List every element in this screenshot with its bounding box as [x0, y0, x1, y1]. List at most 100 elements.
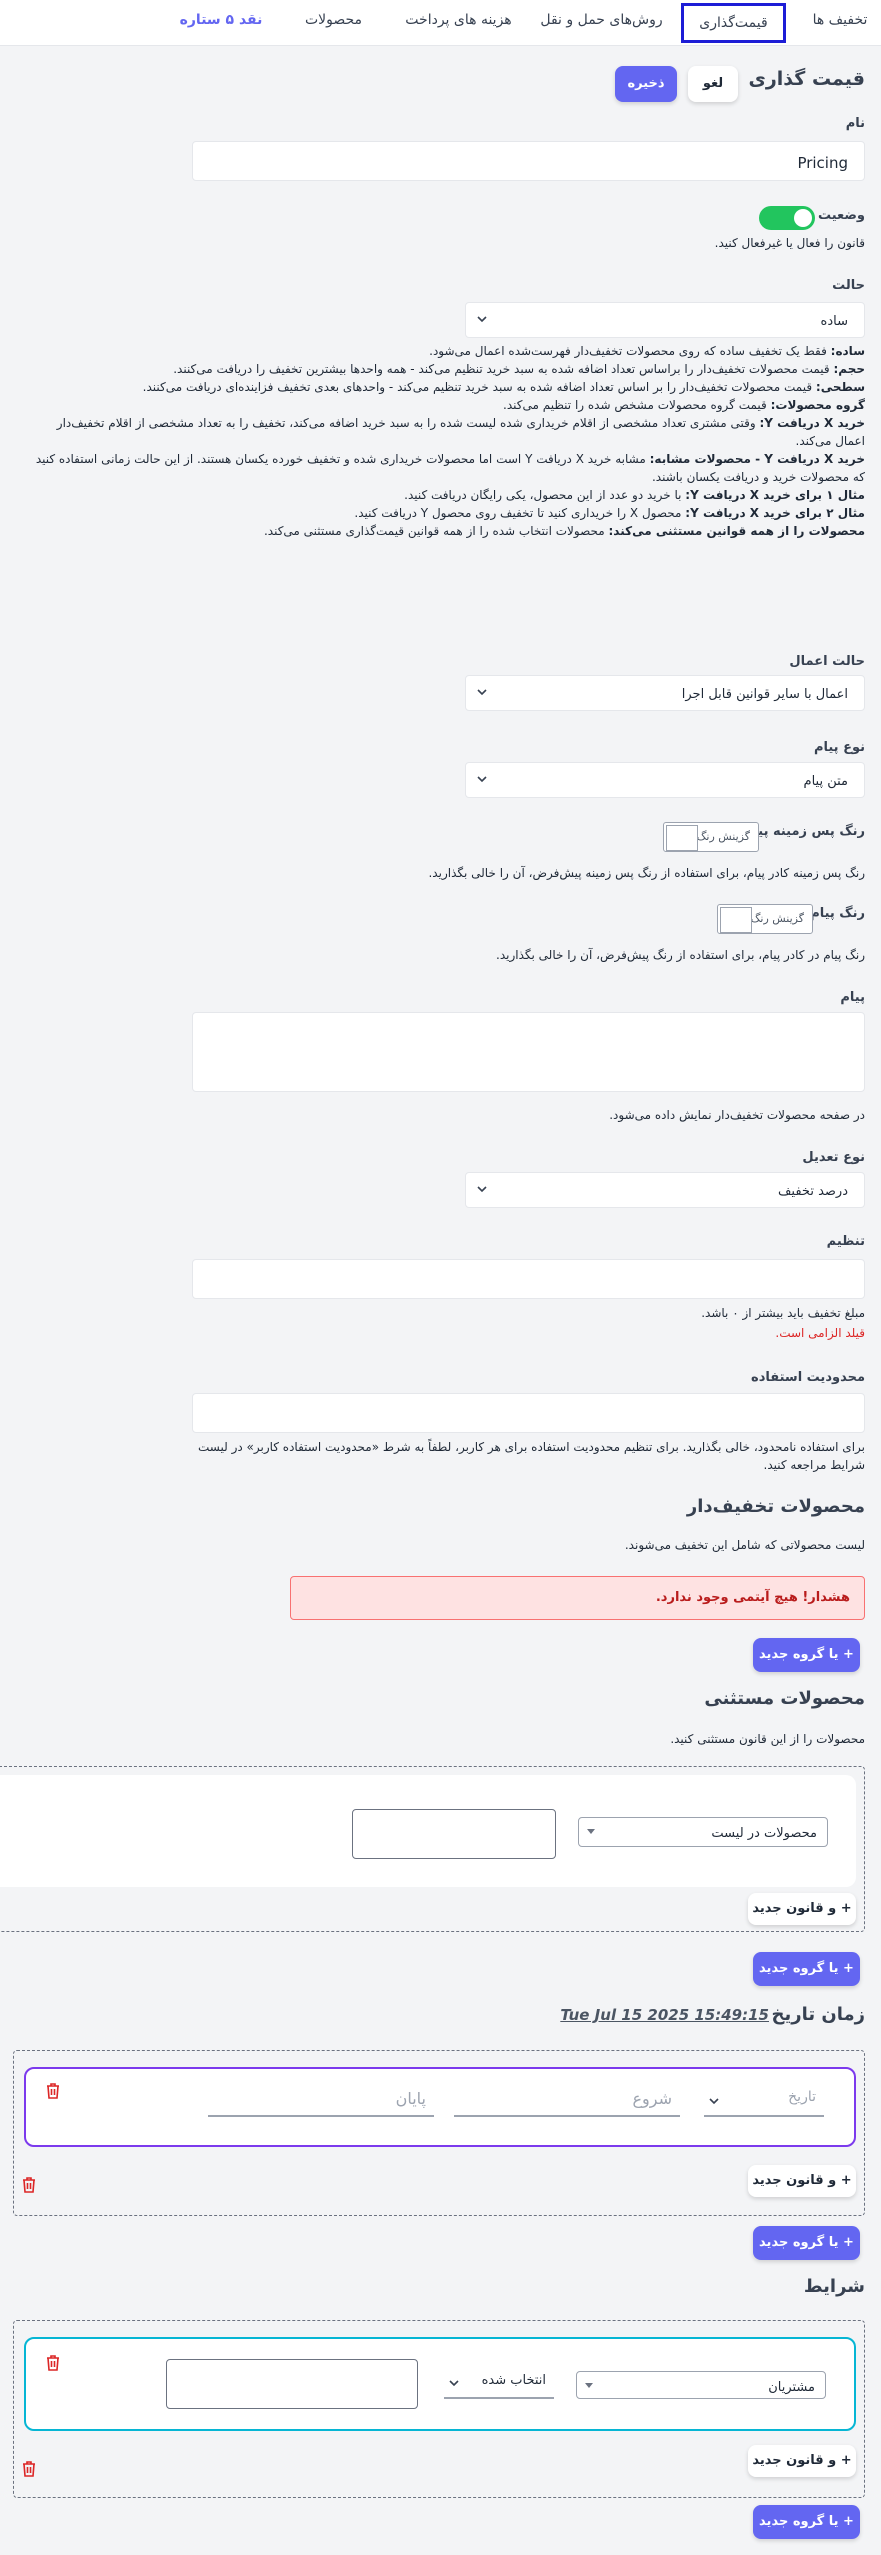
apply-mode-select-value: اعمال با سایر قوانین قابل اجرا: [682, 687, 848, 702]
conditions-group: مشتریان انتخاب شده + و قانون جدید: [13, 2320, 865, 2498]
apply-mode-select[interactable]: اعمال با سایر قوانین قابل اجرا: [465, 675, 865, 711]
excluded-products-select-value: محصولات در لیست: [711, 1826, 817, 1841]
status-label: وضعیت: [818, 208, 865, 223]
tab-discounts[interactable]: تخفیف ها: [799, 0, 881, 46]
excluded-products-rule-card: محصولات در لیست: [0, 1775, 856, 1887]
trash-icon[interactable]: [22, 2177, 36, 2193]
trash-icon[interactable]: [22, 2461, 36, 2477]
message-color-picker[interactable]: گزینش رنگ: [717, 904, 813, 934]
name-input[interactable]: Pricing: [192, 141, 865, 181]
page-title: قیمت گذاری: [748, 68, 865, 90]
mode-help-item: محصولات را از همه قوانین مستثنی می‌کند: …: [25, 522, 865, 540]
message-label: پیام: [840, 990, 865, 1005]
usage-limit-help: برای استفاده نامحدود، خالی بگذارید. برای…: [195, 1438, 865, 1474]
end-date-placeholder: پایان: [396, 2089, 426, 2108]
message-type-label: نوع پیام: [814, 740, 865, 755]
usage-limit-label: محدودیت استفاده: [751, 1370, 865, 1385]
message-color-label: رنگ پیام: [810, 906, 865, 921]
tab-payment-fees[interactable]: هزینه های پرداخت: [391, 0, 526, 46]
color-swatch: [720, 907, 752, 933]
message-help: در صفحه محصولات تخفیف‌دار نمایش داده می‌…: [609, 1106, 865, 1124]
color-swatch: [666, 825, 698, 851]
start-date-placeholder: شروع: [632, 2089, 672, 2108]
message-textarea[interactable]: [192, 1012, 865, 1092]
status-help: قانون را فعال یا غیرفعال کنید.: [715, 234, 865, 252]
add-and-rule-button[interactable]: + و قانون جدید: [748, 1893, 856, 1925]
chevron-down-icon: [448, 2377, 460, 2389]
mode-help-item: ساده: فقط یک تخفیف ساده که روی محصولات ت…: [25, 342, 865, 360]
name-input-value: Pricing: [797, 154, 848, 172]
mode-help-item: سطحی: قیمت محصولات تخفیف‌دار را بر اساس …: [25, 378, 865, 396]
mode-label: حالت: [832, 278, 865, 293]
tab-shipping[interactable]: روش‌های حمل و نقل: [534, 0, 669, 46]
chevron-down-icon: [476, 1183, 488, 1195]
current-datetime: Tue Jul 15 2025 15:49:15: [560, 2006, 769, 2024]
chevron-down-icon: [585, 2383, 593, 2388]
mode-help-item: مثال ۱ برای خرید X دریافت Y: با خرید دو …: [25, 486, 865, 504]
tab-bar: تخفیف ها قیمت‌گذاری روش‌های حمل و نقل هز…: [0, 0, 881, 46]
save-button[interactable]: ذخیره: [615, 66, 677, 102]
conditions-operator-value: انتخاب شده: [482, 2373, 546, 2388]
conditions-type-value: مشتریان: [768, 2380, 815, 2395]
mode-help-item: مثال ۲ برای خرید X دریافت Y: محصول X را …: [25, 504, 865, 522]
usage-limit-input[interactable]: [192, 1393, 865, 1433]
trash-icon[interactable]: [46, 2083, 60, 2099]
apply-mode-label: حالت اعمال: [789, 654, 865, 669]
excluded-products-subtitle: محصولات را از این قانون مستثنی کنید.: [670, 1730, 865, 1748]
mode-help-item: خرید X دریافت Y: وقتی مشتری تعداد مشخصی …: [25, 414, 865, 450]
tab-pricing[interactable]: قیمت‌گذاری: [681, 3, 786, 43]
end-date-field[interactable]: پایان: [208, 2083, 434, 2117]
add-or-group-button[interactable]: + یا گروه جدید: [753, 1952, 860, 1986]
name-label: نام: [846, 116, 865, 131]
add-and-rule-button[interactable]: + و قانون جدید: [748, 2165, 856, 2197]
message-bg-color-label: رنگ پس زمینه پیام: [744, 824, 865, 839]
adjustment-type-select-value: درصد تخفیف: [778, 1184, 848, 1199]
excluded-products-group: محصولات در لیست + و قانون جدید: [0, 1766, 865, 1932]
datetime-rule-card: تاریخ شروع پایان: [24, 2067, 856, 2147]
discounted-products-title: محصولات تخفیف‌دار: [687, 1496, 865, 1517]
message-type-select[interactable]: متن پیام: [465, 762, 865, 798]
message-bg-color-picker[interactable]: گزینش رنگ: [663, 822, 759, 852]
mode-help-item: خرید X دریافت Y - محصولات مشابه: مشابه خ…: [25, 450, 865, 486]
mode-help-item: گروه محصولات: قیمت گروه محصولات مشخص شده…: [25, 396, 865, 414]
add-or-group-button[interactable]: + یا گروه جدید: [753, 2505, 860, 2539]
chevron-down-icon: [587, 1829, 595, 1834]
datetime-group: تاریخ شروع پایان + و قانون جدید: [13, 2050, 865, 2216]
start-date-field[interactable]: شروع: [454, 2083, 680, 2117]
adjustment-type-select[interactable]: درصد تخفیف: [465, 1172, 865, 1208]
conditions-value-field[interactable]: [166, 2359, 418, 2409]
cancel-button[interactable]: لغو: [688, 66, 738, 102]
status-toggle[interactable]: [759, 206, 815, 230]
mode-help-item: حجم: قیمت محصولات تخفیف‌دار را براساس تع…: [25, 360, 865, 378]
tab-five-star-review[interactable]: نقد ۵ ستاره: [171, 0, 271, 46]
add-or-group-button[interactable]: + یا گروه جدید: [753, 1638, 860, 1672]
chevron-down-icon: [708, 2095, 720, 2107]
conditions-operator-select[interactable]: انتخاب شده: [444, 2367, 554, 2399]
message-type-select-value: متن پیام: [804, 774, 848, 789]
adjustment-input[interactable]: [192, 1259, 865, 1299]
adjustment-help: مبلغ تخفیف باید بیشتر از ۰ باشد.: [701, 1304, 865, 1322]
color-picker-text: گزینش رنگ: [697, 830, 750, 843]
mode-select-value: ساده: [821, 314, 848, 329]
add-or-group-button[interactable]: + یا گروه جدید: [753, 2226, 860, 2260]
conditions-rule-card: مشتریان انتخاب شده: [24, 2337, 856, 2431]
trash-icon[interactable]: [46, 2355, 60, 2371]
discounted-products-subtitle: لیست محصولاتی که شامل این تخفیف می‌شوند.: [625, 1536, 865, 1554]
color-picker-text: گزینش رنگ: [751, 912, 804, 925]
add-and-rule-button[interactable]: + و قانون جدید: [748, 2445, 856, 2477]
conditions-type-select[interactable]: مشتریان: [576, 2371, 826, 2399]
chevron-down-icon: [476, 773, 488, 785]
datetime-type-value: تاریخ: [788, 2089, 816, 2105]
excluded-products-value-field[interactable]: [352, 1809, 556, 1859]
datetime-type-select[interactable]: تاریخ: [704, 2083, 824, 2117]
excluded-products-title: محصولات مستثنی: [704, 1688, 865, 1709]
mode-select[interactable]: ساده: [465, 302, 865, 338]
no-items-alert: هشدار! هیچ آیتمی وجود ندارد.: [290, 1576, 865, 1620]
excluded-products-select[interactable]: محصولات در لیست: [578, 1817, 828, 1847]
tab-products[interactable]: محصولات: [286, 0, 381, 46]
adjustment-error: قیلد الزامی است.: [775, 1326, 865, 1340]
conditions-title: شرایط: [804, 2276, 865, 2297]
chevron-down-icon: [476, 686, 488, 698]
adjustment-type-label: نوع تعدیل: [802, 1150, 865, 1165]
message-bg-color-help: رنگ پس زمینه کادر پیام، برای استفاده از …: [428, 864, 865, 882]
